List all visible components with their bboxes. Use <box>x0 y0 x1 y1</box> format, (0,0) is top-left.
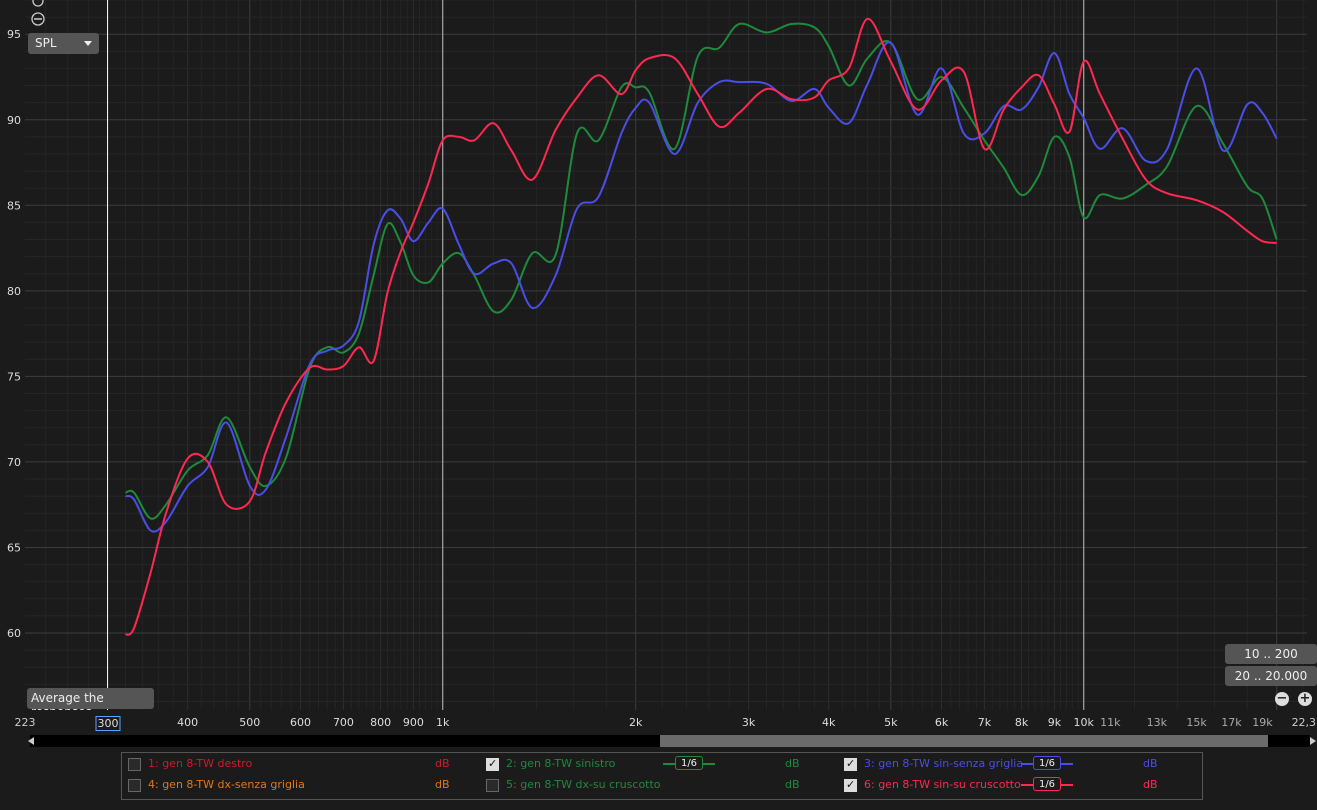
range-button-10-200[interactable]: 10 .. 200 <box>1225 644 1317 664</box>
y-tick-label: 70 <box>7 456 21 469</box>
legend-unit: dB <box>435 778 450 791</box>
chevron-down-icon <box>84 41 92 46</box>
smoothing-badge[interactable]: 1/6 <box>1033 777 1061 791</box>
legend-checkbox[interactable] <box>486 755 499 773</box>
legend-checkbox[interactable] <box>486 779 499 792</box>
average-responses-button[interactable]: Average the responses <box>27 688 154 719</box>
x-tick-label: 17k <box>1221 716 1242 729</box>
horizontal-scrollbar[interactable] <box>30 735 1310 747</box>
zoom-out-icon[interactable]: − <box>1275 692 1289 706</box>
y-tick-label: 60 <box>7 627 21 640</box>
legend-checkbox[interactable] <box>128 758 141 771</box>
legend-unit: dB <box>435 757 450 770</box>
legend-label: 5: gen 8-TW dx-su cruscotto <box>506 778 661 791</box>
zoom-in-icon[interactable]: + <box>1298 692 1312 706</box>
x-tick-label: 6k <box>934 716 949 729</box>
legend-label: 2: gen 8-TW sinistro <box>506 757 616 770</box>
x-tick-label: 500 <box>239 716 261 729</box>
x-axis: 223 300 22,3k 400 500 600 700 800 900 1k 2k 3k 4k… <box>0 710 1317 734</box>
scroll-left-icon[interactable] <box>28 737 34 745</box>
legend-unit: dB <box>1143 778 1158 791</box>
legend-item[interactable]: 5: gen 8-TW dx-su cruscotto dB <box>486 776 836 794</box>
legend-label: 3: gen 8-TW sin-senza griglia <box>864 757 1024 770</box>
x-tick-label: 13k <box>1146 716 1167 729</box>
legend-unit: dB <box>1143 757 1158 770</box>
x-tick-label: 3k <box>741 716 756 729</box>
x-tick-label: 19k <box>1252 716 1273 729</box>
x-tick-label: 900 <box>402 716 424 729</box>
y-tick-label: 95 <box>7 28 21 41</box>
legend-item[interactable]: 6: gen 8-TW sin-su cruscotto 1/6 dB <box>844 776 1194 794</box>
legend-checkbox[interactable] <box>128 779 141 792</box>
x-tick-label: 1k <box>436 716 450 729</box>
x-axis-cursor-label[interactable]: 300 <box>95 716 121 731</box>
x-tick-label: 15k <box>1186 716 1207 729</box>
status-bar <box>0 800 1317 810</box>
y-tick-label: 80 <box>7 285 21 298</box>
legend-label: 6: gen 8-TW sin-su cruscotto <box>864 778 1021 791</box>
x-tick-label: 8k <box>1014 716 1029 729</box>
x-tick-label: 600 <box>290 716 312 729</box>
legend-label: 4: gen 8-TW dx-senza griglia <box>148 778 305 791</box>
x-axis-start-label: 223 <box>14 716 36 729</box>
y-tick-label: 90 <box>7 114 21 127</box>
scrollbar-thumb[interactable] <box>660 735 1268 747</box>
x-tick-label: 800 <box>370 716 392 729</box>
legend-unit: dB <box>785 757 800 770</box>
smoothing-badge[interactable]: 1/6 <box>675 756 703 770</box>
x-tick-label: 4k <box>821 716 836 729</box>
legend-label: 1: gen 8-TW destro <box>148 757 253 770</box>
measurement-legend: 1: gen 8-TW destrodB2: gen 8-TW sinistro… <box>121 752 1203 800</box>
y-tick-label: 75 <box>7 370 21 383</box>
frequency-response-chart[interactable]: 60 65 70 75 80 85 90 95 <box>0 0 1317 710</box>
x-tick-label: 700 <box>332 716 354 729</box>
legend-item[interactable]: 2: gen 8-TW sinistro 1/6 dB <box>486 755 836 773</box>
legend-checkbox[interactable] <box>844 776 857 794</box>
x-tick-label: 9k <box>1047 716 1062 729</box>
legend-unit: dB <box>785 778 800 791</box>
x-tick-label: 2k <box>629 716 643 729</box>
legend-item[interactable]: 4: gen 8-TW dx-senza griglia dB <box>128 776 478 794</box>
x-tick-label: 400 <box>177 716 199 729</box>
legend-checkbox[interactable] <box>844 755 857 773</box>
x-tick-label: 11k <box>1100 716 1121 729</box>
scroll-right-icon[interactable] <box>1310 737 1316 745</box>
spl-dropdown[interactable]: SPL <box>28 33 99 54</box>
x-axis-end-label: 22,3k <box>1291 716 1317 729</box>
y-tick-label: 85 <box>7 199 21 212</box>
chart-background <box>0 0 1317 710</box>
smoothing-badge[interactable]: 1/6 <box>1033 756 1061 770</box>
spl-dropdown-label: SPL <box>35 36 57 50</box>
x-tick-label: 10k <box>1073 716 1094 729</box>
x-tick-label: 7k <box>977 716 992 729</box>
legend-item[interactable]: 1: gen 8-TW destro dB <box>128 755 478 773</box>
x-tick-label: 5k <box>884 716 898 729</box>
range-button-20-20000[interactable]: 20 .. 20.000 <box>1225 666 1317 686</box>
legend-item[interactable]: 3: gen 8-TW sin-senza griglia 1/6 dB <box>844 755 1194 773</box>
y-tick-label: 65 <box>7 541 21 554</box>
